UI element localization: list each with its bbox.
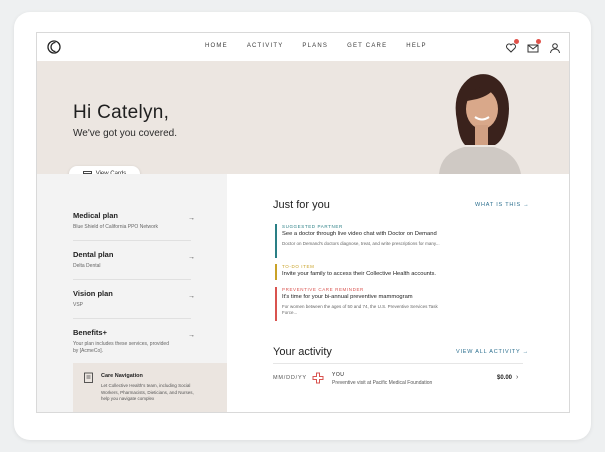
- app-screen: HOME ACTIVITY PLANS GET CARE HELP Hi Cat…: [36, 32, 570, 413]
- view-all-activity-link[interactable]: VIEW ALL ACTIVITY →: [456, 349, 529, 355]
- clipboard-icon: [84, 372, 93, 383]
- your-activity-title: Your activity: [273, 346, 332, 358]
- card-category: SUGGESTED PARTNER: [282, 224, 343, 229]
- nav-activity[interactable]: ACTIVITY: [247, 43, 284, 49]
- plan-item-benefits[interactable]: Benefits+ Your plan includes these servi…: [73, 328, 195, 362]
- plan-title: Benefits+: [73, 328, 107, 337]
- nav-plans[interactable]: PLANS: [302, 43, 328, 49]
- arrow-right-icon: →: [188, 254, 195, 261]
- card-headline: Invite your family to access their Colle…: [282, 271, 437, 277]
- plan-subtitle: Your plan includes these services, provi…: [73, 341, 169, 354]
- plan-title: Dental plan: [73, 250, 114, 259]
- plan-subtitle: Blue Shield of California PPO Network: [73, 224, 159, 230]
- activity-row[interactable]: MM/DD/YY YOU Preventive visit at Pacific…: [273, 370, 523, 388]
- nav-home[interactable]: HOME: [205, 43, 228, 49]
- card-description: For women between the ages of 50 and 74,…: [282, 304, 438, 315]
- what-is-this-link[interactable]: WHAT IS THIS →: [475, 202, 530, 208]
- logo-icon[interactable]: [47, 40, 61, 54]
- suggestion-card-reminder[interactable]: PREVENTIVE CARE REMINDER It's time for y…: [275, 287, 445, 321]
- plan-subtitle: VSP: [73, 302, 84, 308]
- card-category: TO-DO ITEM: [282, 264, 315, 269]
- greeting-heading: Hi Catelyn,: [73, 102, 170, 123]
- top-nav: HOME ACTIVITY PLANS GET CARE HELP: [37, 33, 569, 61]
- plan-title: Vision plan: [73, 289, 113, 298]
- plan-title: Medical plan: [73, 211, 119, 220]
- medical-cross-icon: [312, 372, 324, 384]
- nav-get-care[interactable]: GET CARE: [347, 43, 387, 49]
- plan-item-dental[interactable]: Dental plan Delta Dental →: [73, 250, 195, 280]
- card-category: PREVENTIVE CARE REMINDER: [282, 287, 364, 292]
- card-headline: It's time for your bi-annual preventive …: [282, 294, 413, 300]
- envelope-icon[interactable]: [527, 39, 541, 53]
- hero-banner: Hi Catelyn, We've got you covered.: [37, 61, 569, 174]
- plan-subtitle: Delta Dental: [73, 263, 101, 269]
- arrow-right-icon: →: [188, 293, 195, 300]
- just-for-you-title: Just for you: [273, 199, 330, 211]
- greeting-subtitle: We've got you covered.: [73, 128, 178, 139]
- suggestion-card-todo[interactable]: TO-DO ITEM Invite your family to access …: [275, 264, 445, 280]
- care-navigation-title: Care Navigation: [101, 373, 143, 379]
- activity-member: YOU: [332, 372, 345, 378]
- message-dot: [536, 39, 541, 44]
- plans-sidebar: Medical plan Blue Shield of California P…: [37, 174, 229, 412]
- chevron-right-icon: ›: [516, 374, 519, 381]
- plan-item-vision[interactable]: Vision plan VSP →: [73, 289, 195, 319]
- arrow-right-icon: →: [188, 215, 195, 222]
- suggestion-card-partner[interactable]: SUGGESTED PARTNER See a doctor through l…: [275, 224, 445, 258]
- card-headline: See a doctor through live video chat wit…: [282, 231, 437, 237]
- activity-date: MM/DD/YY: [273, 375, 307, 381]
- notification-dot: [514, 39, 519, 44]
- main-content: Just for you WHAT IS THIS → SUGGESTED PA…: [227, 174, 569, 412]
- care-navigation-text: Let Collective Health's team, including …: [101, 383, 194, 401]
- divider: [273, 363, 523, 364]
- nav-help[interactable]: HELP: [406, 43, 426, 49]
- care-navigation-card[interactable]: Care Navigation Let Collective Health's …: [73, 363, 229, 412]
- card-description: Doctor on Demand's doctors diagnose, tre…: [282, 241, 440, 246]
- user-icon[interactable]: [549, 41, 561, 54]
- plan-item-medical[interactable]: Medical plan Blue Shield of California P…: [73, 211, 195, 241]
- heart-alert-icon[interactable]: [505, 39, 519, 53]
- activity-description: Preventive visit at Pacific Medical Foun…: [332, 380, 433, 386]
- activity-amount: $0.00: [497, 375, 513, 381]
- arrow-right-icon: →: [188, 332, 195, 339]
- member-photo: [439, 74, 521, 174]
